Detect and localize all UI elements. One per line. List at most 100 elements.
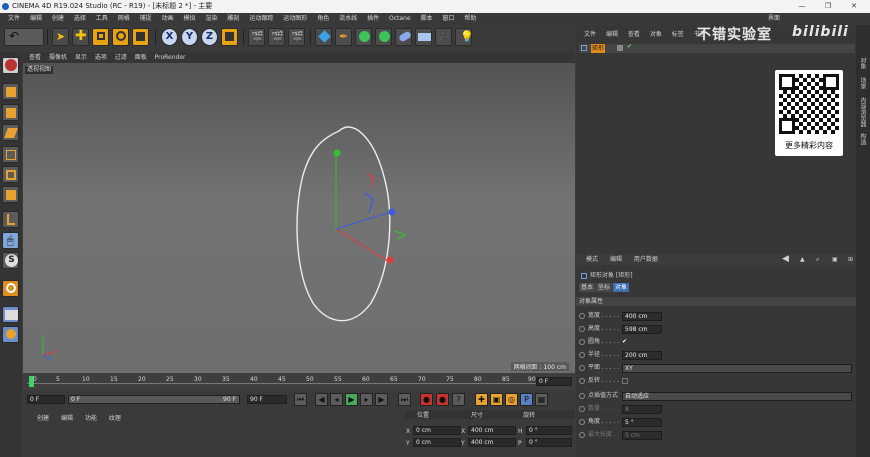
make-editable-button[interactable]	[2, 57, 19, 74]
side-tab-structure[interactable]: 构造	[858, 133, 867, 145]
tab-coordinates[interactable]: 坐标	[596, 283, 613, 292]
rounding-checkbox[interactable]: ✔	[622, 337, 627, 347]
menu-script[interactable]: 脚本	[420, 13, 432, 25]
animation-dot-icon[interactable]	[579, 418, 585, 425]
frame-range-slider[interactable]: 0 F 90 F	[68, 395, 240, 404]
recent-tool-button[interactable]	[132, 28, 149, 46]
viewport-menu-panel[interactable]: 面板	[135, 52, 147, 63]
viewport-menu-prorender[interactable]: ProRender	[155, 52, 186, 63]
menu-create[interactable]: 创建	[52, 13, 64, 25]
snap-button[interactable]: S	[2, 252, 19, 269]
am-menu-mode[interactable]: 模式	[586, 254, 598, 265]
menu-render[interactable]: 渲染	[205, 13, 217, 25]
animation-dot-icon[interactable]	[579, 405, 585, 412]
live-select-button[interactable]: ➤	[52, 28, 69, 46]
move-button[interactable]: ✚	[72, 28, 89, 46]
rotation-p-field[interactable]: 0 °	[526, 438, 572, 447]
om-menu-view[interactable]: 查看	[628, 30, 640, 40]
previous-key-button[interactable]: ◀	[315, 393, 328, 406]
plane-select[interactable]: XY	[622, 364, 852, 373]
camera-button[interactable]: 🎥	[435, 28, 452, 46]
enable-axis-button[interactable]	[2, 211, 19, 228]
current-frame-field[interactable]: 0 F	[536, 377, 572, 386]
menu-window[interactable]: 窗口	[442, 13, 454, 25]
menu-help[interactable]: 帮助	[464, 13, 476, 25]
go-to-end-button[interactable]: ⏭	[398, 393, 411, 406]
menu-select[interactable]: 选择	[74, 13, 86, 25]
menu-pipeline[interactable]: 流水线	[339, 13, 357, 25]
maximize-button[interactable]: ❐	[816, 0, 840, 13]
animation-dot-icon[interactable]	[579, 351, 585, 358]
play-button[interactable]: ▶	[345, 393, 358, 406]
menu-sculpt[interactable]: 雕刻	[227, 13, 239, 25]
menu-octane[interactable]: Octane	[389, 13, 411, 25]
side-tab-objects[interactable]: 对象	[858, 57, 867, 69]
om-menu-edit[interactable]: 编辑	[606, 30, 618, 40]
animation-dot-icon[interactable]	[579, 338, 585, 345]
end-frame-field[interactable]: 90 F	[247, 395, 287, 404]
parameter-key-button[interactable]: P	[520, 393, 533, 406]
polygons-mode-button[interactable]	[2, 186, 19, 203]
side-tab-content-browser[interactable]: 内容浏览器	[858, 97, 867, 127]
animation-dot-icon[interactable]	[579, 431, 585, 438]
rotation-h-field[interactable]: 0 °	[526, 426, 572, 435]
rotate-button[interactable]	[112, 28, 129, 46]
pen-spline-button[interactable]: ✒	[335, 28, 352, 46]
z-axis-button[interactable]: Z	[201, 28, 218, 46]
menu-snap[interactable]: 捕捉	[140, 13, 152, 25]
model-mode-button[interactable]	[2, 83, 19, 100]
position-key-button[interactable]: ✚	[475, 393, 488, 406]
viewport-menu-camera[interactable]: 摄像机	[49, 52, 67, 63]
previous-frame-button[interactable]: ◂	[330, 393, 343, 406]
menu-tools[interactable]: 工具	[96, 13, 108, 25]
size-y-field[interactable]: 400 cm	[468, 438, 516, 447]
number-field[interactable]: 8	[622, 405, 662, 414]
enabled-check-icon[interactable]: ✔	[627, 43, 632, 50]
minimize-button[interactable]: —	[790, 0, 814, 13]
workplane-mode-button[interactable]	[2, 124, 19, 141]
position-y-field[interactable]: 0 cm	[413, 438, 461, 447]
x-axis-button[interactable]: X	[161, 28, 178, 46]
search-icon[interactable]: ⌕	[816, 254, 819, 265]
lock-icon[interactable]: ▣	[832, 254, 838, 265]
texture-mode-button[interactable]	[2, 104, 19, 121]
menu-mesh[interactable]: 网格	[118, 13, 130, 25]
menu-mograph[interactable]: 运动图形	[283, 13, 307, 25]
locked-workplane-button[interactable]	[2, 280, 19, 297]
viewport-menu-display[interactable]: 显示	[75, 52, 87, 63]
render-view-button[interactable]: 🎬	[248, 28, 265, 46]
edges-mode-button[interactable]	[2, 166, 19, 183]
om-menu-object[interactable]: 对象	[650, 30, 662, 40]
timeline[interactable]: 0 5 10 15 20 25 30 35 40 45 50 55 60 65 …	[23, 373, 575, 390]
start-frame-field[interactable]: 0 F	[27, 395, 65, 404]
cube-object-button[interactable]	[315, 28, 332, 46]
menu-simulate[interactable]: 模拟	[184, 13, 196, 25]
width-field[interactable]: 400 cm	[622, 312, 662, 321]
undo-button[interactable]: ↶	[4, 28, 44, 46]
next-key-button[interactable]: ▶	[375, 393, 388, 406]
new-panel-icon[interactable]: ⊞	[848, 254, 853, 265]
solo-button[interactable]	[2, 326, 19, 343]
visibility-dots-icon[interactable]	[617, 45, 623, 51]
reverse-checkbox[interactable]	[622, 378, 628, 384]
close-button[interactable]: ✕	[842, 0, 866, 13]
position-x-field[interactable]: 0 cm	[413, 426, 461, 435]
material-menu-function[interactable]: 功能	[85, 413, 97, 422]
height-field[interactable]: 598 cm	[622, 325, 662, 334]
interpolation-select[interactable]: 自动适应	[622, 392, 852, 401]
tweak-mode-button[interactable]: 🖱	[2, 232, 19, 249]
points-mode-button[interactable]	[2, 146, 19, 163]
om-menu-file[interactable]: 文件	[584, 30, 596, 40]
subdivision-button[interactable]	[355, 28, 372, 46]
floor-button[interactable]	[415, 28, 432, 46]
tab-object[interactable]: 对象	[613, 283, 630, 292]
menu-file[interactable]: 文件	[8, 13, 20, 25]
scale-key-button[interactable]: ▣	[490, 393, 503, 406]
am-menu-user-data[interactable]: 用户数据	[634, 254, 658, 265]
render-picture-viewer-button[interactable]: 🎬	[268, 28, 285, 46]
cloner-button[interactable]	[375, 28, 392, 46]
point-level-key-button[interactable]: ▦	[535, 393, 548, 406]
menu-edit[interactable]: 编辑	[30, 13, 42, 25]
y-axis-button[interactable]: Y	[181, 28, 198, 46]
scale-button[interactable]	[92, 28, 109, 46]
